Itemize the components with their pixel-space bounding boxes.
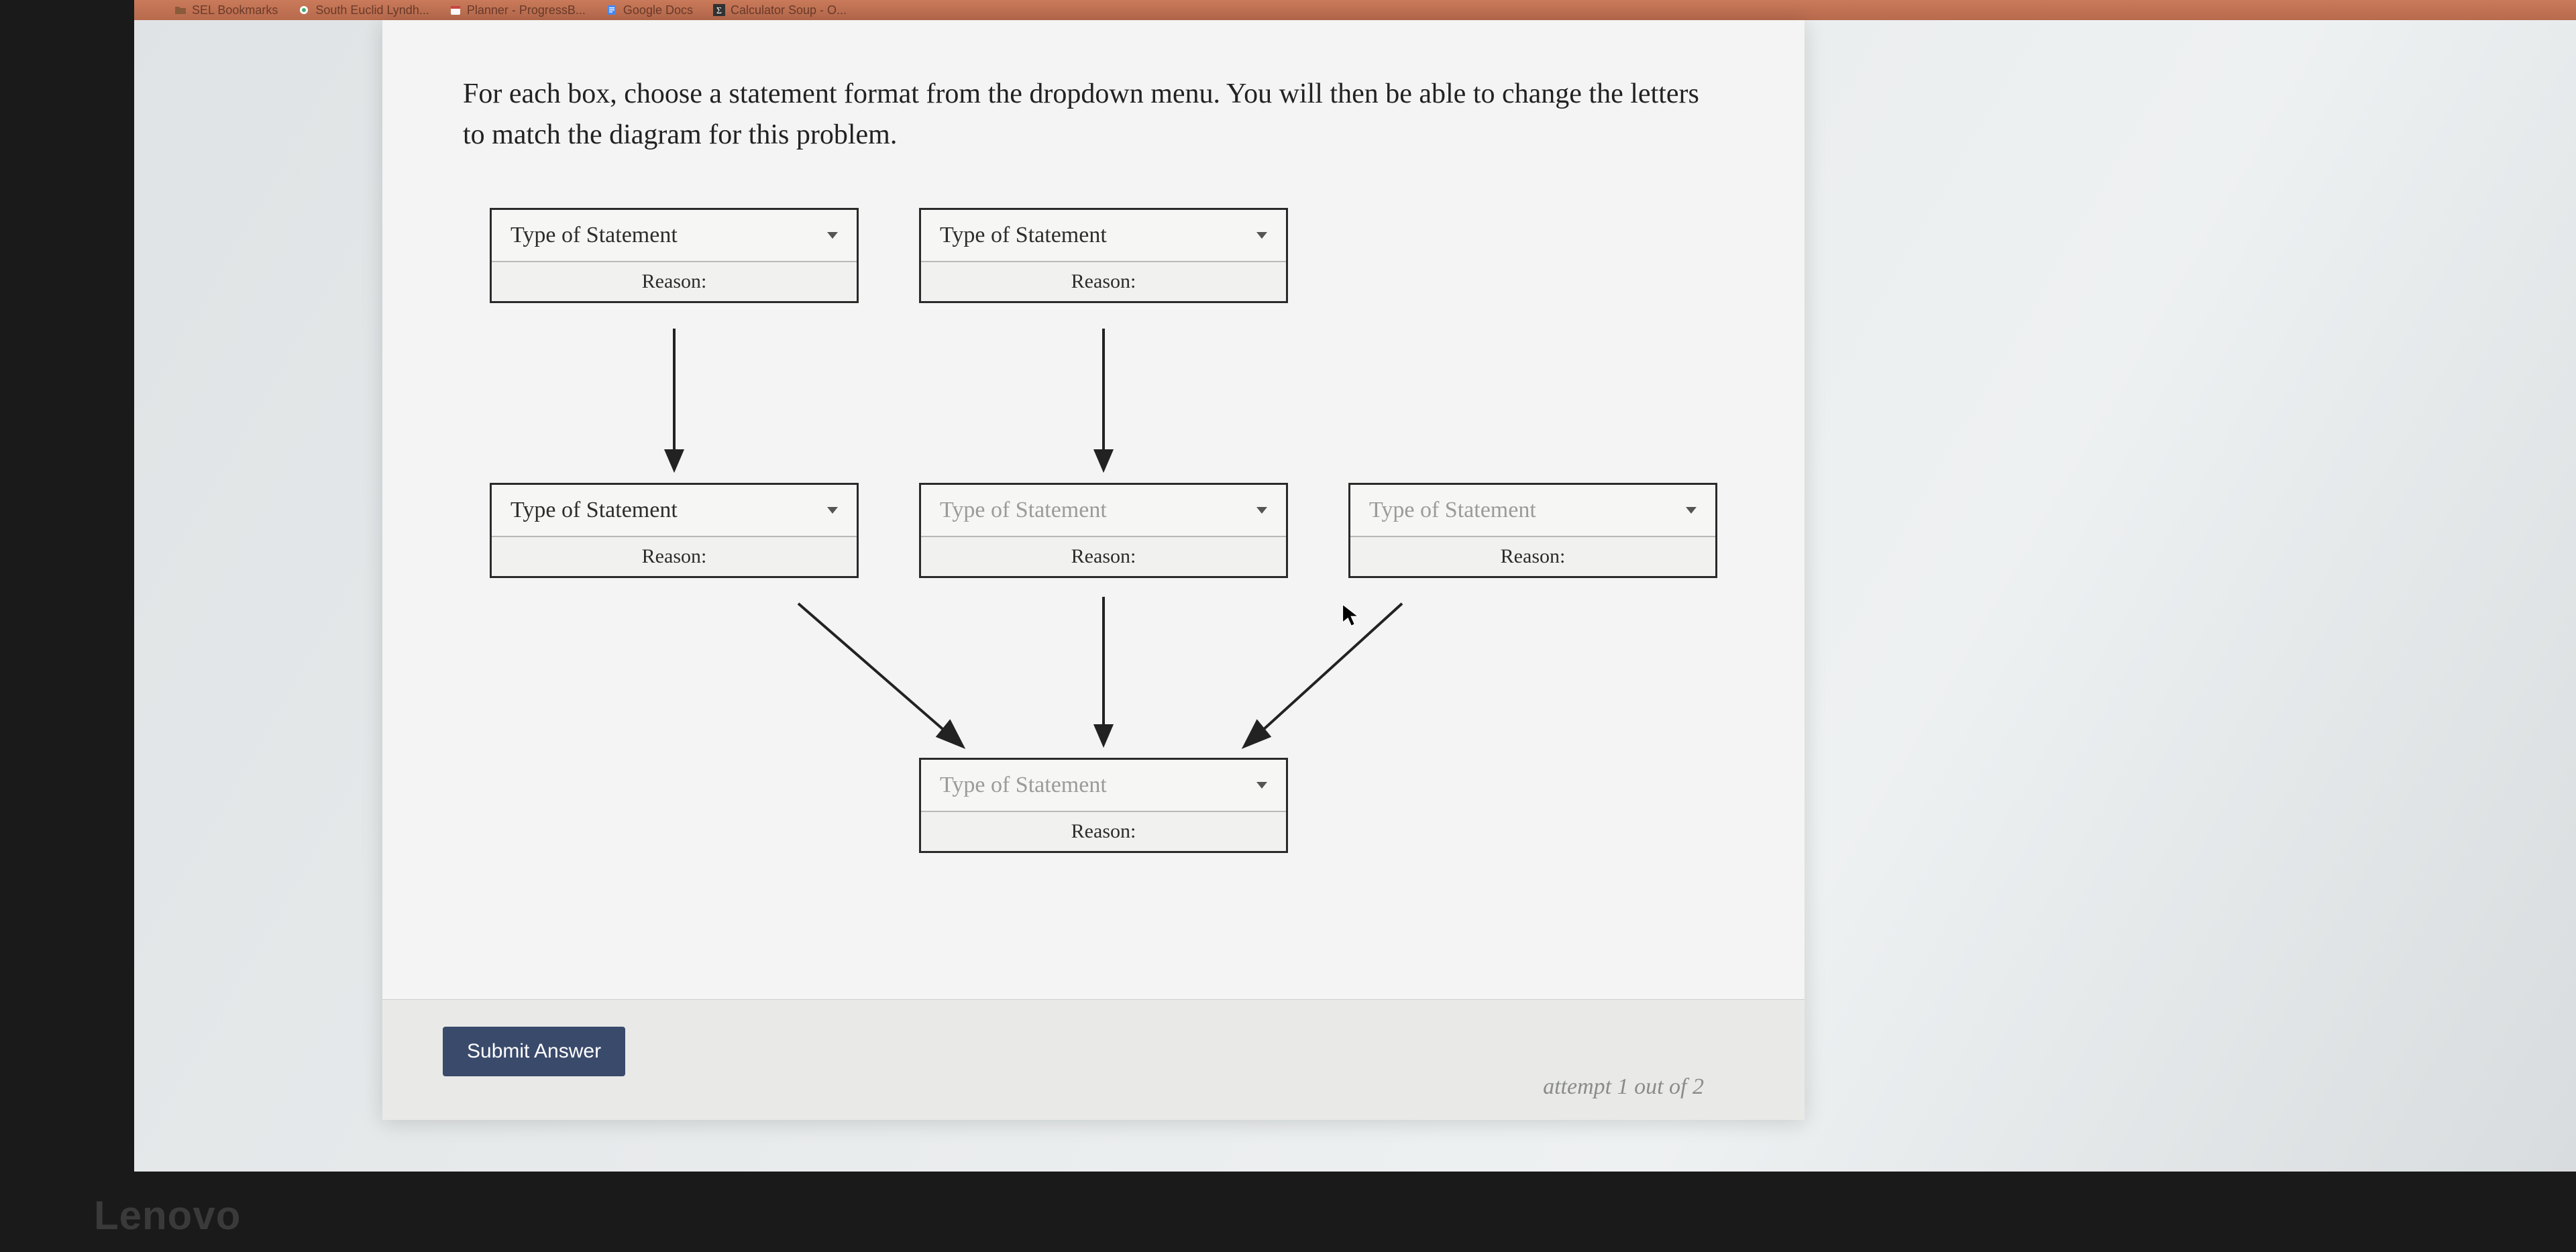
mouse-cursor-icon: [1342, 604, 1359, 628]
bookmark-item[interactable]: SEL Bookmarks: [174, 3, 278, 17]
bookmark-label: Calculator Soup - O...: [731, 3, 847, 17]
calendar-icon: [449, 4, 462, 16]
bookmark-bar: SEL Bookmarks South Euclid Lyndh... Plan…: [134, 0, 2576, 20]
bookmark-label: SEL Bookmarks: [192, 3, 278, 17]
footer-bar: Submit Answer attempt 1 out of 2: [382, 999, 1805, 1120]
bookmark-label: South Euclid Lyndh...: [315, 3, 429, 17]
submit-answer-button[interactable]: Submit Answer: [443, 1027, 625, 1076]
sigma-icon: Σ: [713, 4, 725, 16]
flow-arrows: [463, 194, 1737, 932]
laptop-brand-label: Lenovo: [94, 1192, 241, 1239]
screen-area: SEL Bookmarks South Euclid Lyndh... Plan…: [134, 0, 2576, 1172]
instructions-text: For each box, choose a statement format …: [463, 74, 1724, 156]
folder-icon: [174, 4, 186, 16]
bookmark-item[interactable]: South Euclid Lyndh...: [298, 3, 429, 17]
bookmark-label: Google Docs: [623, 3, 693, 17]
bookmark-item[interactable]: Σ Calculator Soup - O...: [713, 3, 847, 17]
docs-icon: [606, 4, 618, 16]
bookmark-label: Planner - ProgressB...: [467, 3, 586, 17]
bookmark-item[interactable]: Google Docs: [606, 3, 693, 17]
dot-icon: [298, 4, 310, 16]
attempt-counter: attempt 1 out of 2: [1543, 1074, 1704, 1100]
content-card: For each box, choose a statement format …: [382, 20, 1805, 1120]
svg-text:Σ: Σ: [716, 6, 722, 16]
proof-flowchart: Type of Statement Reason: Type of Statem…: [463, 194, 1737, 946]
bookmark-item[interactable]: Planner - ProgressB...: [449, 3, 586, 17]
